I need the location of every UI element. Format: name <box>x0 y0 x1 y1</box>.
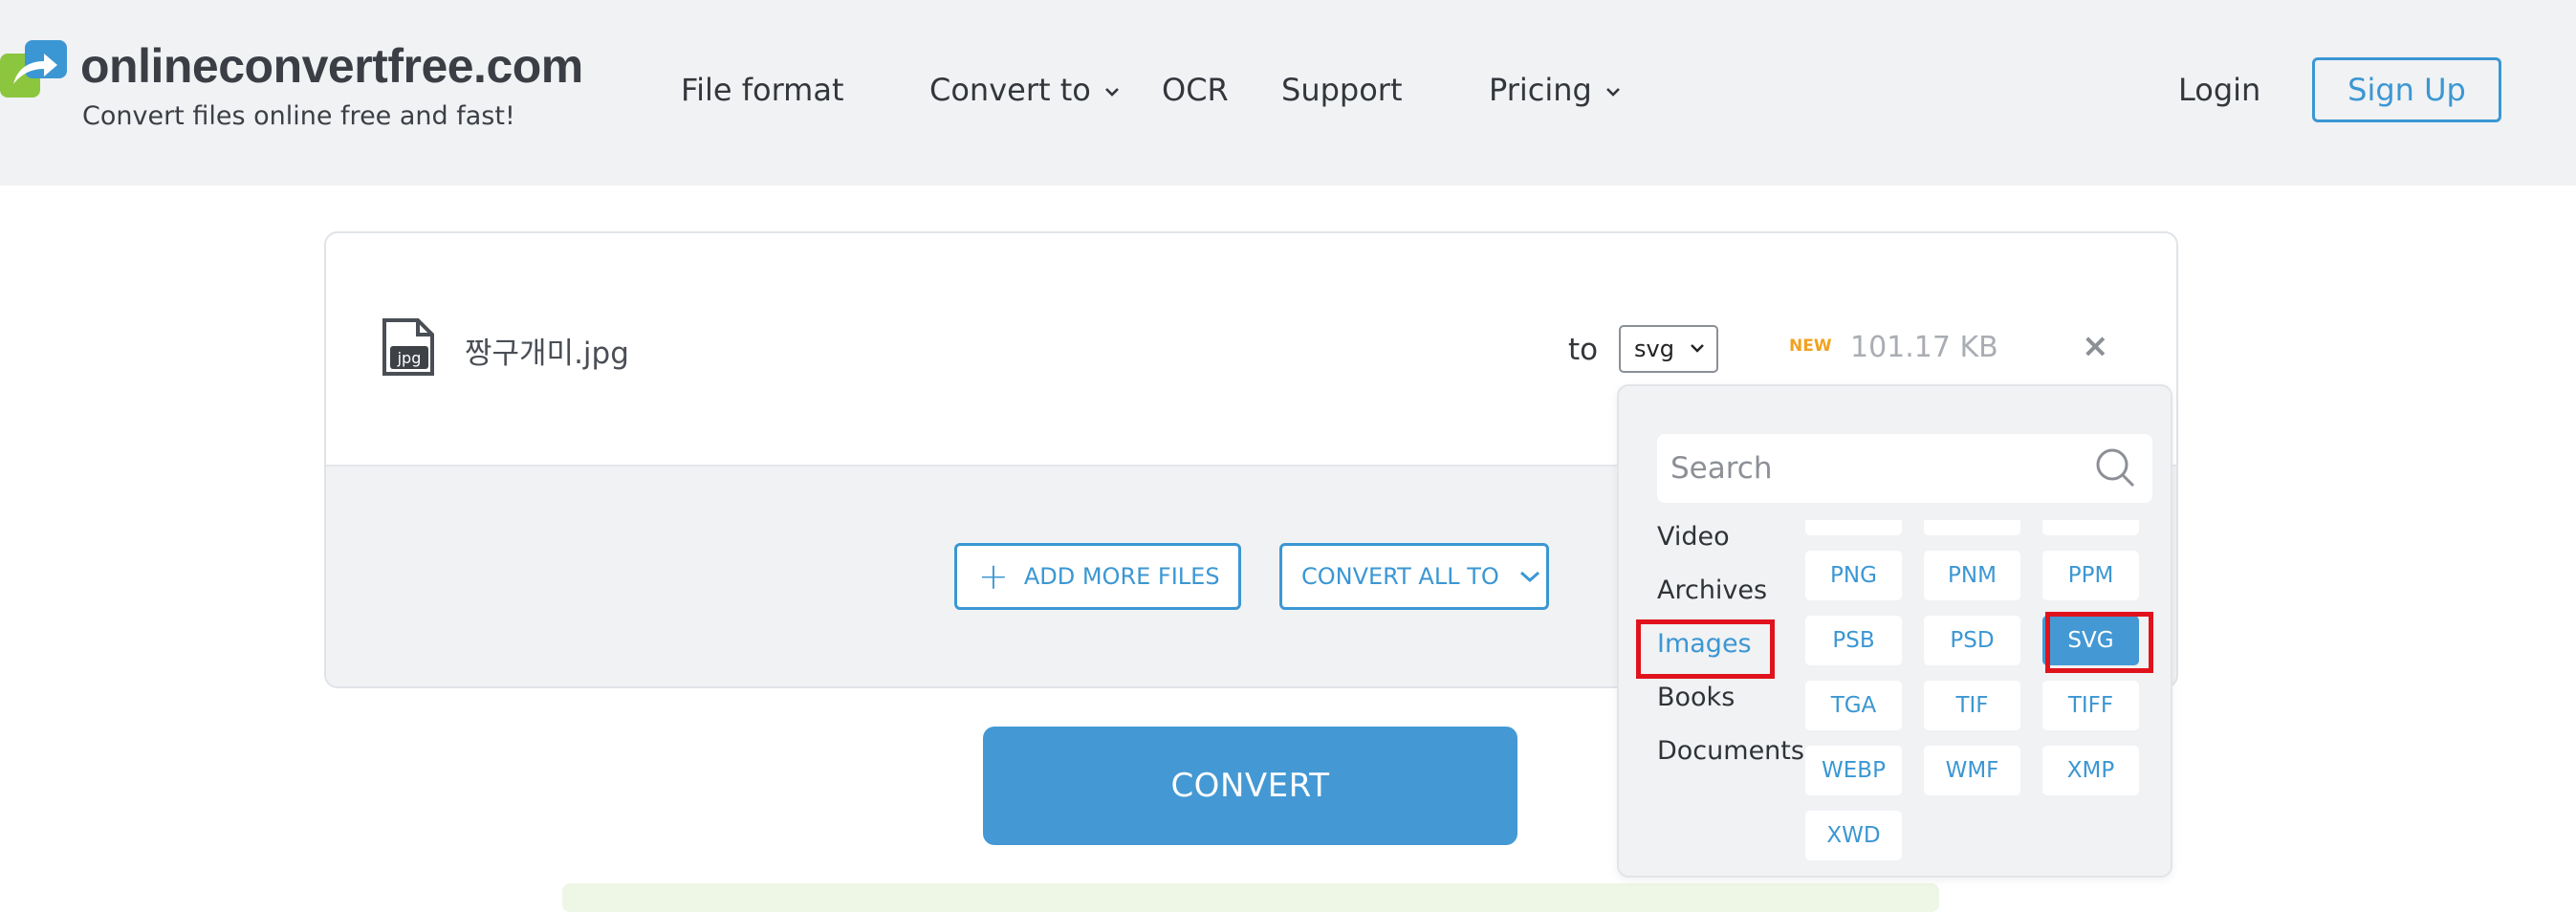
nav-convert-to-label: Convert to <box>929 72 1091 108</box>
category-documents[interactable]: Documents <box>1657 736 1804 766</box>
search-icon <box>2096 448 2135 488</box>
file-icon-label: jpg <box>397 349 422 367</box>
site-header: onlineconvertfree.com Convert files onli… <box>0 0 2576 185</box>
format-option-psb[interactable]: PSB <box>1805 616 1902 665</box>
remove-file-icon[interactable]: × <box>2082 329 2109 363</box>
format-option-wmf[interactable]: WMF <box>1924 746 2020 795</box>
format-dropdown: Video Archives Images Books Documents PN… <box>1617 384 2172 878</box>
images-category-highlight <box>1636 619 1775 679</box>
chevron-down-icon <box>1519 571 1539 583</box>
nav-convert-to[interactable]: Convert to <box>929 71 1120 109</box>
format-select[interactable]: svg <box>1619 325 1718 373</box>
format-option-webp[interactable]: WEBP <box>1805 746 1902 795</box>
nav-pricing[interactable]: Pricing <box>1489 71 1621 109</box>
format-option-png[interactable]: PNG <box>1805 551 1902 600</box>
category-archives[interactable]: Archives <box>1657 575 1767 605</box>
new-badge: NEW <box>1789 337 1832 356</box>
format-search-input[interactable] <box>1670 449 2082 488</box>
convert-all-to-label: CONVERT ALL TO <box>1301 563 1499 590</box>
category-books[interactable]: Books <box>1657 683 1735 712</box>
jpg-file-icon: jpg <box>382 318 434 376</box>
format-option-tiff[interactable]: TIFF <box>2042 681 2139 730</box>
format-option-partial[interactable] <box>1924 520 2020 535</box>
format-option-partial[interactable] <box>2042 520 2139 535</box>
logo-subtitle: Convert files online free and fast! <box>82 101 515 131</box>
add-more-files-label: ADD MORE FILES <box>1023 563 1220 590</box>
format-option-tga[interactable]: TGA <box>1805 681 1902 730</box>
nav-pricing-label: Pricing <box>1489 72 1592 108</box>
nav-file-format-label: File format <box>681 72 844 108</box>
to-label: to <box>1568 333 1599 367</box>
nav-ocr-label: OCR <box>1162 72 1229 108</box>
chevron-down-icon <box>1104 88 1119 97</box>
chevron-down-icon <box>1691 344 1704 353</box>
svg-format-highlight <box>2045 612 2153 673</box>
convert-all-to-button[interactable]: CONVERT ALL TO <box>1279 543 1549 610</box>
convert-button[interactable]: CONVERT <box>983 727 1517 845</box>
nav-ocr[interactable]: OCR <box>1162 71 1229 109</box>
format-grid: PNG PNM PPM PSB PSD SVG TGA TIF TIFF WEB… <box>1805 520 2169 879</box>
plus-icon: + <box>978 555 1009 597</box>
format-search <box>1657 434 2152 503</box>
format-option-xwd[interactable]: XWD <box>1805 811 1902 860</box>
format-option-psd[interactable]: PSD <box>1924 616 2020 665</box>
file-name: 짱구개미.jpg <box>465 337 629 371</box>
category-video[interactable]: Video <box>1657 522 1730 552</box>
info-banner <box>562 883 1939 912</box>
file-size: 101.17 KB <box>1850 331 1998 364</box>
logo-icon[interactable] <box>0 40 69 99</box>
format-select-value: svg <box>1634 336 1674 362</box>
logo-title[interactable]: onlineconvertfree.com <box>80 38 583 94</box>
format-option-xmp[interactable]: XMP <box>2042 746 2139 795</box>
format-option-tif[interactable]: TIF <box>1924 681 2020 730</box>
nav-support[interactable]: Support <box>1281 71 1403 109</box>
format-option-pnm[interactable]: PNM <box>1924 551 2020 600</box>
format-option-partial[interactable] <box>1805 520 1902 535</box>
nav-support-label: Support <box>1281 72 1403 108</box>
add-more-files-button[interactable]: + ADD MORE FILES <box>954 543 1241 610</box>
nav-file-format[interactable]: File format <box>681 71 843 109</box>
format-option-ppm[interactable]: PPM <box>2042 551 2139 600</box>
signup-button[interactable]: Sign Up <box>2312 57 2501 122</box>
chevron-down-icon <box>1605 88 1620 97</box>
login-link[interactable]: Login <box>2178 71 2260 109</box>
